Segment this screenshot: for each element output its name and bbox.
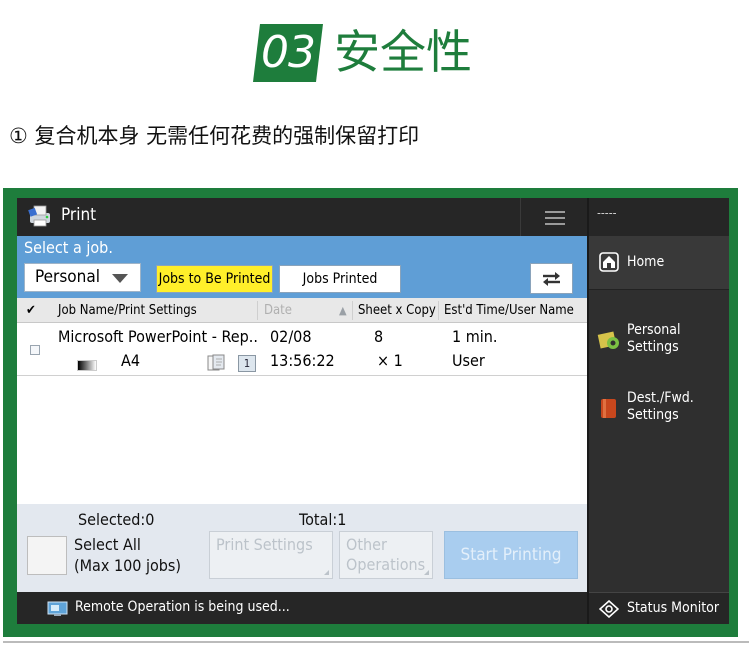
copy-count: × 1 (377, 351, 403, 370)
home-label: Home (627, 254, 665, 270)
job-name: Microsoft PowerPoint - Rep.. (58, 327, 258, 346)
start-printing-button[interactable]: Start Printing (444, 531, 578, 579)
paper-size: A4 (121, 351, 140, 370)
user-name: User (452, 351, 485, 370)
menu-icon-line (545, 223, 565, 225)
job-footer: Selected:0 Total:1 Select All (Max 100 j… (17, 504, 587, 592)
column-separator (438, 301, 439, 320)
dest-fwd-settings-line2: Settings (627, 407, 679, 423)
print-icon (28, 205, 50, 227)
bottom-divider (3, 641, 749, 643)
personal-settings-line2: Settings (627, 339, 679, 355)
dest-fwd-settings-line1: Dest./Fwd. (627, 390, 694, 406)
more-icon (424, 570, 429, 575)
section-heading: 03 安全性 (0, 22, 750, 86)
tab-jobs-printed[interactable]: Jobs Printed (279, 265, 401, 293)
side-panel: ----- Home Personal Settings Dest./Fwd. … (587, 198, 729, 624)
dest-fwd-settings-button[interactable]: Dest./Fwd. Settings (589, 390, 729, 446)
column-separator (352, 301, 353, 320)
refresh-icon (543, 272, 560, 286)
sheet-count: 8 (374, 327, 384, 346)
subtitle: ① 复合机本身 无需任何花费的强制保留打印 (9, 124, 420, 148)
print-settings-label: Print Settings (216, 535, 313, 554)
dest-fwd-settings-icon (601, 399, 616, 418)
refresh-button[interactable] (530, 263, 573, 294)
home-button[interactable]: Home (589, 236, 729, 290)
personal-settings-label: Personal Settings (627, 322, 681, 356)
status-message: Remote Operation is being used... (75, 599, 290, 615)
job-selection-bar: Select a job. Personal Jobs to Be Printe… (17, 236, 587, 298)
copies-count-box: 1 (238, 355, 256, 372)
dest-fwd-settings-label: Dest./Fwd. Settings (627, 390, 694, 424)
total-count: Total:1 (299, 510, 347, 529)
personal-settings-icon (597, 331, 619, 349)
status-monitor-label: Status Monitor (627, 600, 720, 616)
sheet-copy-column-header[interactable]: Sheet x Copy (358, 303, 436, 318)
date-column-header[interactable]: Date (264, 303, 292, 318)
print-settings-button[interactable]: Print Settings (209, 531, 333, 579)
job-date: 02/08 (270, 327, 312, 346)
home-icon (599, 252, 619, 272)
title-bar: Print (17, 198, 587, 236)
sort-ascending-icon: ▲ (339, 304, 347, 317)
other-operations-label-line1: Other (346, 535, 387, 554)
status-monitor-button[interactable]: Status Monitor (589, 592, 729, 624)
side-panel-header: ----- (589, 198, 729, 236)
more-icon (324, 570, 329, 575)
time-user-column-header[interactable]: Est'd Time/User Name (444, 303, 574, 318)
user-filter-value: Personal (35, 267, 100, 287)
row-checkbox[interactable] (30, 345, 40, 355)
select-job-prompt: Select a job. (24, 238, 113, 257)
select-all-checkbox[interactable] (27, 536, 67, 575)
print-panel: Print Select a job. Personal Jobs to Be … (17, 198, 587, 624)
select-all-max-label: (Max 100 jobs) (74, 556, 182, 575)
column-header: ✔ Job Name/Print Settings Date ▲ Sheet x… (17, 298, 587, 323)
other-operations-button[interactable]: Other Operations (339, 531, 433, 579)
job-time: 13:56:22 (270, 351, 335, 370)
personal-settings-line1: Personal (627, 322, 681, 338)
column-separator (257, 301, 258, 320)
selected-count: Selected:0 (78, 510, 155, 529)
section-title: 安全性 (334, 25, 472, 79)
status-bar: Remote Operation is being used... (17, 592, 587, 624)
menu-icon (545, 211, 565, 213)
remote-operation-icon (47, 601, 68, 616)
table-row[interactable]: Microsoft PowerPoint - Rep.. A4 1 02/08 … (17, 324, 587, 376)
tab-jobs-to-be-printed[interactable]: Jobs to Be Printed (156, 265, 273, 293)
user-filter-dropdown[interactable]: Personal (24, 263, 141, 292)
duplex-icon (207, 354, 225, 371)
chevron-down-icon (112, 274, 128, 283)
status-monitor-icon (599, 600, 619, 618)
est-time: 1 min. (452, 327, 498, 346)
personal-settings-button[interactable]: Personal Settings (589, 322, 729, 378)
section-number: 03 (253, 24, 323, 82)
menu-icon-line (545, 217, 565, 219)
app-title: Print (61, 205, 97, 225)
device-screen: Print Select a job. Personal Jobs to Be … (17, 198, 729, 624)
grayscale-icon (77, 360, 97, 371)
menu-button[interactable] (520, 198, 587, 236)
select-column-header[interactable]: ✔ (26, 303, 36, 318)
select-all-label[interactable]: Select All (74, 535, 141, 554)
other-operations-label-line2: Operations (346, 555, 426, 574)
job-name-column-header[interactable]: Job Name/Print Settings (58, 303, 197, 318)
